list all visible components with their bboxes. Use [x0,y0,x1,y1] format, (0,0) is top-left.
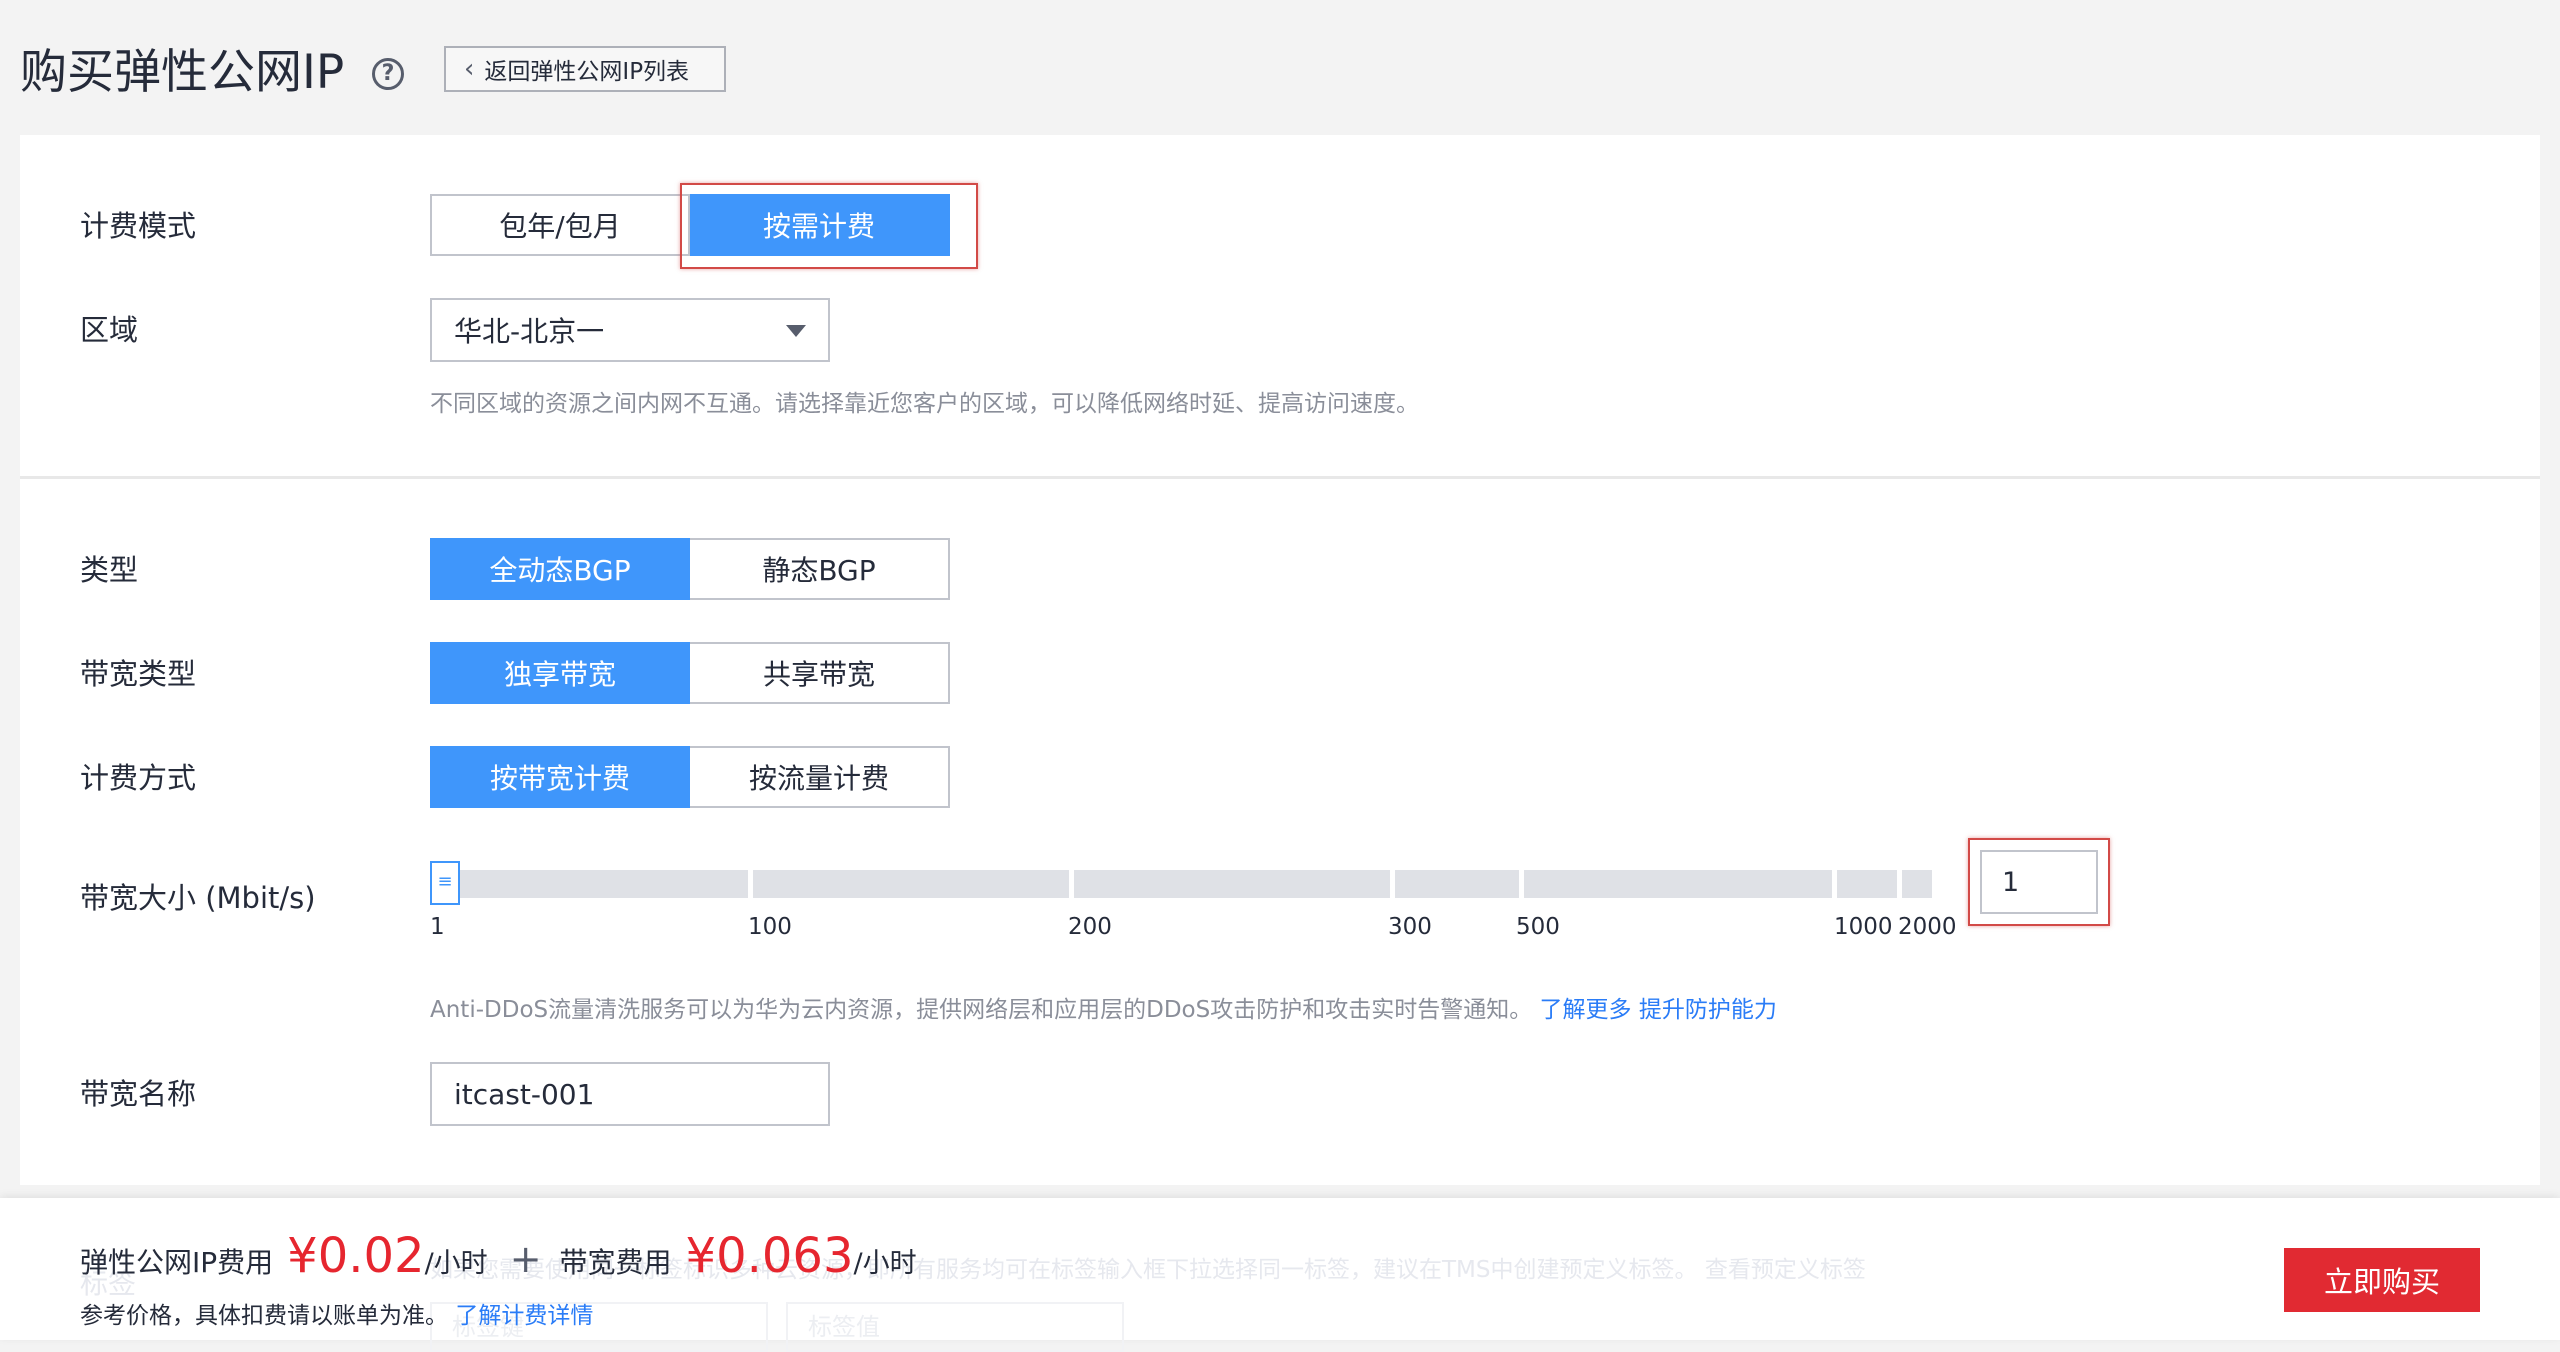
slider-segment [1902,870,1932,898]
region-hint: 不同区域的资源之间内网不互通。请选择靠近您客户的区域，可以降低网络时延、提高访问… [430,391,1419,417]
slider-tick-label: 200 [1068,914,1112,940]
bandwidth-config-panel [20,479,2540,1185]
slider-segment [1524,870,1832,898]
bandwidth-name-label: 带宽名称 [80,1077,197,1111]
slider-tick-label: 100 [748,914,792,940]
eip-fee-unit: /小时 [424,1248,488,1279]
slider-tick-label: 1 [430,914,445,940]
price-note-text: 参考价格，具体扣费请以账单为准。 [80,1303,448,1329]
bandwidth-size-label: 带宽大小 (Mbit/s) [80,881,316,915]
bandwidth-option-shared[interactable]: 共享带宽 [690,642,950,704]
region-select[interactable]: 华北-北京一 [430,298,830,362]
slider-tick-label: 1000 [1834,914,1893,940]
billing-mode-label: 计费模式 [80,209,197,243]
anti-ddos-hint: Anti-DDoS流量清洗服务可以为华为云内资源，提供网络层和应用层的DDoS攻… [430,990,1777,1024]
billing-method-by-bandwidth[interactable]: 按带宽计费 [430,746,690,808]
region-value: 华北-北京一 [454,315,605,348]
bandwidth-name-input[interactable]: itcast-001 [430,1062,830,1126]
highlight-box [1968,838,2110,926]
billing-details-link[interactable]: 了解计费详情 [455,1303,593,1329]
slider-segment [1837,870,1897,898]
page-title: 购买弹性公网IP [20,45,345,100]
price-summary: 弹性公网IP费用 ¥0.02 /小时 + 带宽费用 ¥0.063 /小时 [80,1228,917,1284]
buy-now-button[interactable]: 立即购买 [2284,1248,2480,1312]
slider-segment [430,870,748,898]
bandwidth-slider-track[interactable] [430,870,1932,898]
tag-hint-link[interactable]: 查看预定义标签 [1705,1257,1866,1283]
type-selector: 全动态BGP 静态BGP [430,538,950,600]
type-option-dynamic-bgp[interactable]: 全动态BGP [430,538,690,600]
billing-method-by-traffic[interactable]: 按流量计费 [690,746,950,808]
bandwidth-fee-label: 带宽费用 [559,1246,672,1279]
eip-fee-value: ¥0.02 [287,1228,425,1284]
basic-config-panel [20,135,2540,476]
slider-segment [1395,870,1519,898]
slider-tick-label: 500 [1516,914,1560,940]
help-icon[interactable]: ? [372,58,404,90]
slider-handle[interactable]: ≡ [430,861,460,905]
bandwidth-type-selector: 独享带宽 共享带宽 [430,642,950,704]
plus-icon: + [509,1237,542,1281]
price-note: 参考价格，具体扣费请以账单为准。 了解计费详情 [80,1296,593,1330]
chevron-left-icon: ‹ [464,54,475,84]
eip-fee-label: 弹性公网IP费用 [80,1246,274,1279]
billing-method-selector: 按带宽计费 按流量计费 [430,746,950,808]
anti-ddos-hint-text: Anti-DDoS流量清洗服务可以为华为云内资源，提供网络层和应用层的DDoS攻… [430,997,1533,1023]
back-to-list-button[interactable]: ‹ 返回弹性公网IP列表 [444,46,726,92]
bandwidth-fee-unit: /小时 [853,1248,917,1279]
bandwidth-name-value: itcast-001 [454,1077,595,1111]
back-label: 返回弹性公网IP列表 [484,59,690,85]
type-label: 类型 [80,553,139,587]
highlight-box [680,183,978,269]
billing-option-yearly-monthly[interactable]: 包年/包月 [430,194,690,256]
slider-segment [1074,870,1390,898]
slider-tick-label: 300 [1388,914,1432,940]
bandwidth-type-label: 带宽类型 [80,657,197,691]
type-option-static-bgp[interactable]: 静态BGP [690,538,950,600]
region-label: 区域 [80,313,139,347]
billing-method-label: 计费方式 [80,761,197,795]
bandwidth-fee-value: ¥0.063 [685,1228,854,1284]
tag-value-input[interactable]: 标签值 [786,1302,1124,1352]
slider-segment [753,870,1069,898]
learn-more-link[interactable]: 了解更多 提升防护能力 [1540,997,1777,1023]
bandwidth-option-dedicated[interactable]: 独享带宽 [430,642,690,704]
caret-down-icon [786,325,806,337]
slider-tick-label: 2000 [1898,914,1957,940]
